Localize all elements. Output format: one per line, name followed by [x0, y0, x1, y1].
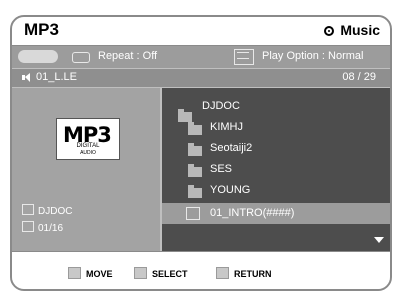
list-item-djdoc[interactable]: DJDOC — [162, 100, 390, 122]
list-item-label: 01_INTRO(####) — [210, 207, 295, 219]
return-hint: RETURN — [216, 265, 272, 279]
file-list: DJDOC KIMHJ Seotaiji2 SES YOUNG 01_INTRO… — [162, 88, 390, 251]
list-item-01-intro[interactable]: 01_INTRO(####) — [162, 203, 390, 224]
return-label: RETURN — [234, 269, 272, 279]
page-title: MP3 — [24, 20, 59, 39]
select-button-icon — [134, 267, 147, 279]
select-label: SELECT — [152, 269, 188, 279]
repeat-icon — [72, 52, 90, 63]
move-hint: MOVE — [68, 265, 113, 279]
list-item-label: Seotaiji2 — [210, 142, 253, 154]
mp3-menu-screen: MP3 Music Repeat : Off Play Option : Nor… — [10, 15, 392, 291]
list-item-label: SES — [210, 163, 233, 175]
track-index-label: 01/16 — [38, 223, 64, 234]
folder-icon — [188, 164, 202, 177]
list-item-label: DJDOC — [202, 100, 240, 112]
mp3-logo: MP3 DIGITAL AUDIO — [56, 118, 120, 160]
now-playing-bar: 01_L.LE 08 / 29 — [12, 69, 390, 87]
select-hint: SELECT — [134, 265, 188, 279]
list-item-ses[interactable]: SES — [162, 161, 390, 180]
music-file-icon — [186, 207, 200, 220]
mode-indicator: Music — [324, 22, 380, 38]
current-track-index: 01/16 — [22, 220, 63, 234]
list-item-young[interactable]: YOUNG — [162, 182, 390, 201]
folder-icon — [22, 204, 34, 215]
folder-icon — [188, 122, 202, 135]
current-folder: DJDOC — [22, 203, 72, 217]
current-track: 01_L.LE — [36, 71, 77, 83]
play-option-status[interactable]: Play Option : Normal — [262, 50, 363, 62]
list-item-kimhj[interactable]: KIMHJ — [162, 119, 390, 138]
logo-caption: AUDIO — [80, 150, 96, 156]
play-option-icon — [234, 49, 254, 65]
logo-subtitle: DIGITAL — [76, 143, 100, 149]
button-guide: MOVE SELECT RETURN — [12, 251, 390, 289]
info-panel: MP3 DIGITAL AUDIO DJDOC 01/16 — [12, 88, 160, 251]
list-item-label: YOUNG — [210, 184, 251, 196]
scroll-down-icon[interactable] — [374, 237, 384, 243]
track-counter: 08 / 29 — [342, 71, 376, 83]
speaker-icon — [22, 73, 30, 82]
move-button-icon — [68, 267, 81, 279]
info-pill-button[interactable] — [18, 50, 58, 63]
folder-icon — [188, 143, 202, 156]
music-file-icon — [22, 221, 34, 232]
current-folder-label: DJDOC — [38, 206, 73, 217]
folder-icon — [188, 185, 202, 198]
return-button-icon — [216, 267, 229, 279]
title-bar: MP3 Music — [12, 17, 390, 46]
move-label: MOVE — [86, 269, 113, 279]
list-item-label: KIMHJ — [210, 121, 243, 133]
options-bar: Repeat : Off Play Option : Normal — [12, 46, 390, 68]
repeat-status[interactable]: Repeat : Off — [98, 50, 157, 62]
mode-label: Music — [340, 22, 380, 38]
disc-icon — [324, 26, 335, 36]
list-item-seotaiji2[interactable]: Seotaiji2 — [162, 140, 390, 159]
